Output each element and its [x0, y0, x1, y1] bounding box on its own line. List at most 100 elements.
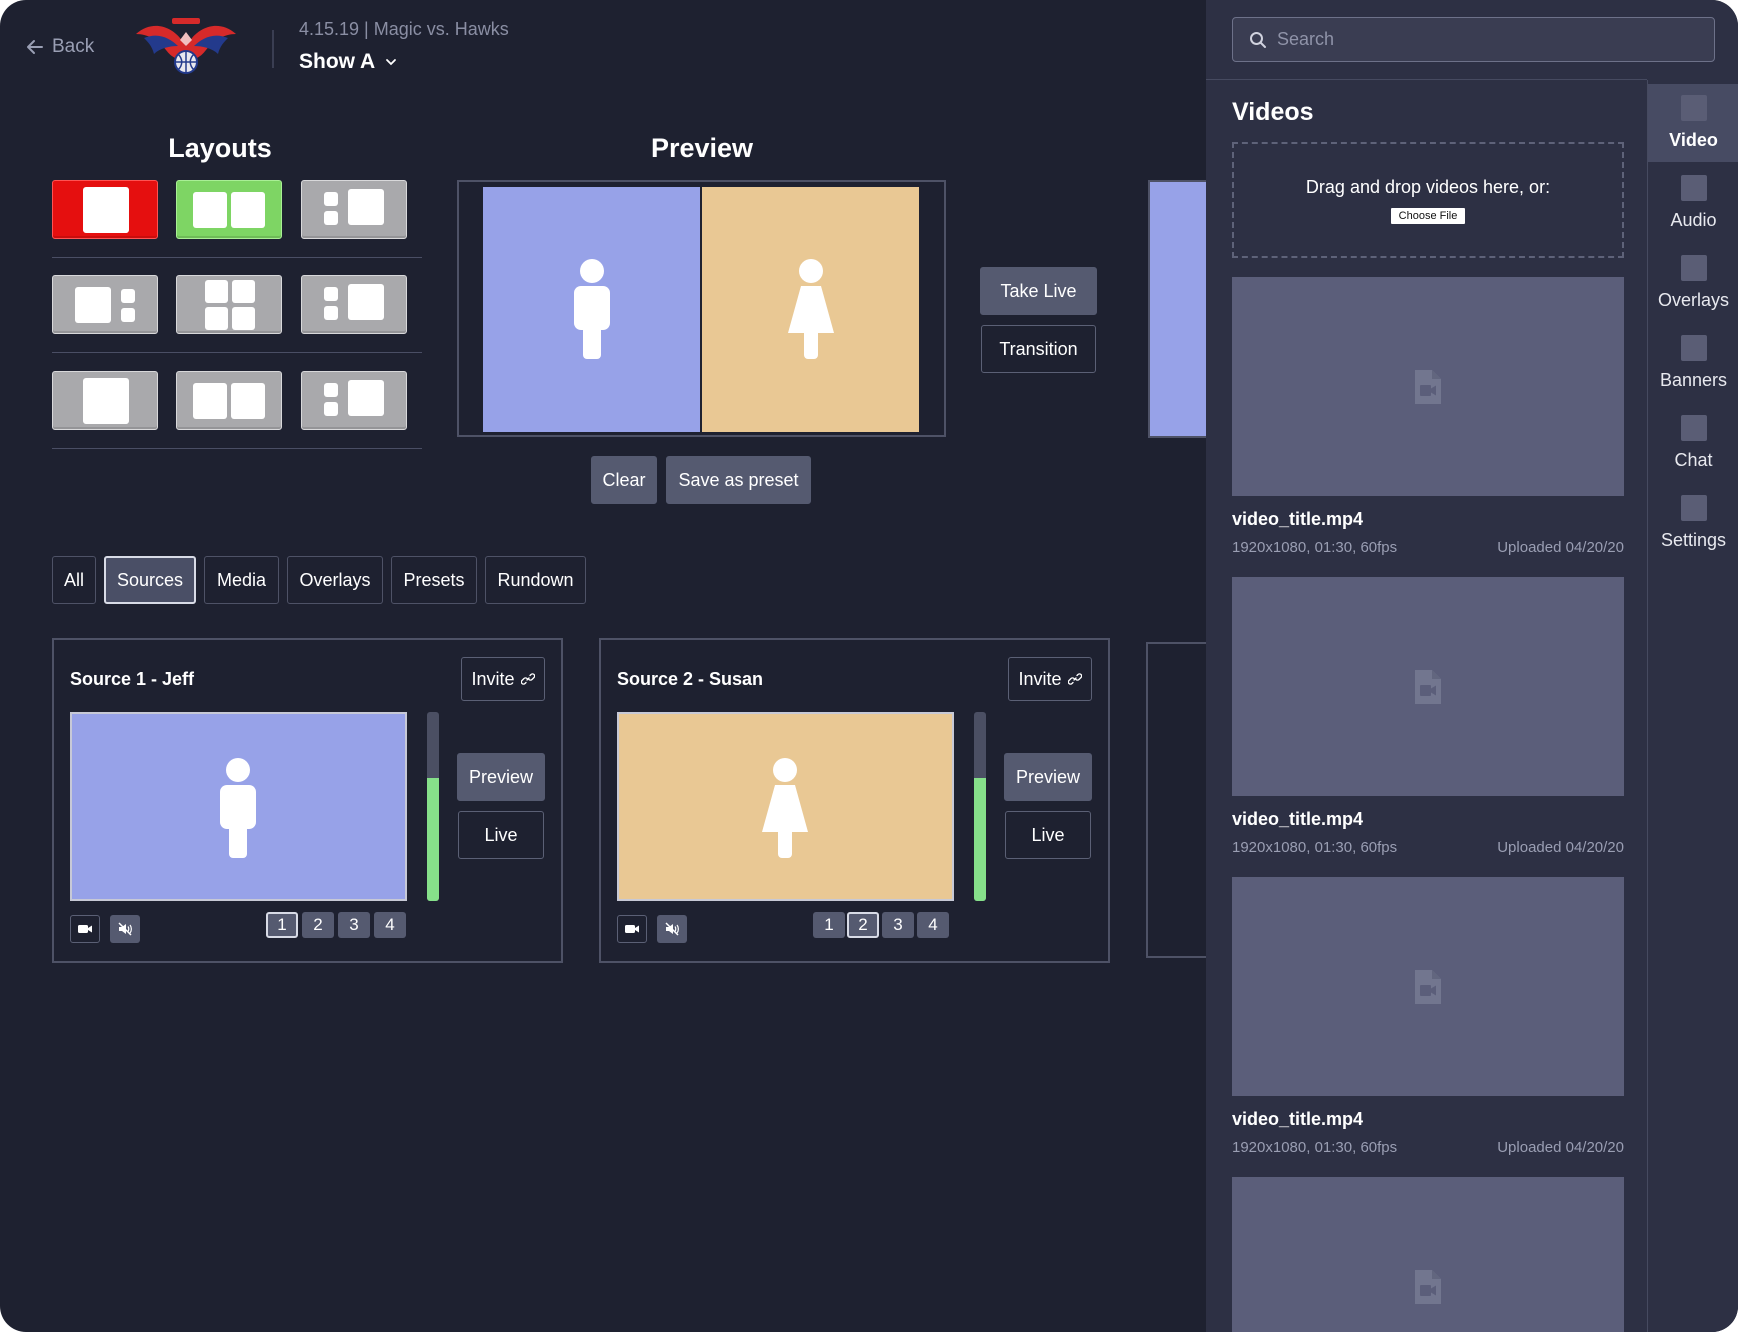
video-name: video_title.mp4 [1232, 809, 1364, 829]
layout-side-by-side[interactable] [176, 180, 282, 239]
source-feed[interactable] [617, 712, 954, 901]
video-file-icon [1415, 1269, 1441, 1304]
mute-toggle[interactable] [110, 915, 140, 943]
audio-meter-level [427, 778, 439, 901]
video-dropzone[interactable]: Drag and drop videos here, or: Choose Fi… [1232, 142, 1624, 258]
slot-button-2[interactable]: 2 [847, 912, 879, 938]
rail-label: Video [1669, 130, 1718, 150]
video-thumbnail[interactable] [1232, 277, 1624, 496]
layout-block [324, 192, 338, 206]
mute-toggle[interactable] [657, 915, 687, 943]
video-thumbnail[interactable] [1232, 577, 1624, 796]
slot-button-2[interactable]: 2 [302, 912, 334, 938]
video-upload-date: Uploaded 04/20/20 [1497, 839, 1624, 856]
slot-button-3[interactable]: 3 [338, 912, 370, 938]
invite-button[interactable]: Invite [461, 657, 545, 701]
layout-block [121, 308, 135, 322]
invite-label: Invite [1018, 668, 1062, 689]
live-monitor-peek [1148, 180, 1208, 438]
tab-sources[interactable]: Sources [104, 556, 196, 604]
layout-block [83, 187, 129, 233]
banners-icon [1680, 335, 1707, 361]
invite-button[interactable]: Invite [1008, 657, 1092, 701]
video-upload-date: Uploaded 04/20/20 [1497, 539, 1624, 556]
app-window: Back 4.15.19 | Magic vs. Hawks Show A La… [0, 0, 1738, 1332]
layouts-divider [52, 257, 422, 258]
source-preview-button[interactable]: Preview [457, 753, 545, 801]
slot-button-1[interactable]: 1 [813, 912, 845, 938]
layout-block [75, 287, 111, 323]
tab-overlays[interactable]: Overlays [287, 556, 383, 604]
layout-single-alt[interactable] [52, 371, 158, 430]
tab-media[interactable]: Media [204, 556, 279, 604]
show-selector[interactable]: Show A [299, 50, 397, 74]
rail-item-banners[interactable]: Banners [1648, 324, 1738, 402]
camera-toggle[interactable] [70, 915, 100, 943]
settings-icon [1680, 495, 1707, 521]
media-panel: Videos Drag and drop videos here, or: Ch… [1206, 0, 1738, 1332]
video-name: video_title.mp4 [1232, 1109, 1364, 1129]
source-live-button[interactable]: Live [458, 811, 544, 859]
tab-rundown[interactable]: Rundown [485, 556, 586, 604]
event-meta: 4.15.19 | Magic vs. Hawks [299, 19, 509, 39]
female-person-icon [762, 758, 808, 858]
video-thumbnail[interactable] [1232, 877, 1624, 1096]
layout-block [193, 383, 227, 419]
transition-button[interactable]: Transition [981, 325, 1096, 373]
video-name: video_title.mp4 [1232, 509, 1364, 529]
camera-toggle[interactable] [617, 915, 647, 943]
rail-item-chat[interactable]: Chat [1648, 404, 1738, 482]
layout-single[interactable] [52, 180, 158, 239]
layout-block [232, 280, 255, 303]
invite-label: Invite [471, 668, 515, 689]
video-upload-date: Uploaded 04/20/20 [1497, 1139, 1624, 1156]
rail-item-video[interactable]: Video [1648, 84, 1738, 162]
rail-label: Audio [1670, 210, 1717, 230]
search-box[interactable] [1232, 17, 1715, 62]
layout-pip-left-third[interactable] [301, 371, 407, 430]
rail-item-overlays[interactable]: Overlays [1648, 244, 1738, 322]
video-thumbnail[interactable] [1232, 1177, 1624, 1332]
slot-button-3[interactable]: 3 [882, 912, 914, 938]
rail-label: Banners [1659, 370, 1728, 390]
video-file-icon [1415, 369, 1441, 404]
tab-presets[interactable]: Presets [391, 556, 477, 604]
male-person-icon [220, 758, 256, 858]
source-card-peek [1146, 642, 1208, 958]
arrow-left-icon [27, 40, 43, 54]
layout-side-by-side-alt[interactable] [176, 371, 282, 430]
clear-button[interactable]: Clear [591, 456, 657, 504]
layout-block [324, 383, 338, 397]
source-live-button[interactable]: Live [1005, 811, 1091, 859]
source-preview-button[interactable]: Preview [1004, 753, 1092, 801]
videos-title: Videos [1232, 98, 1314, 126]
source-feed[interactable] [70, 712, 407, 901]
save-preset-button[interactable]: Save as preset [666, 456, 811, 504]
choose-file-button[interactable]: Choose File [1390, 207, 1466, 224]
search-input[interactable] [1277, 29, 1697, 50]
slot-button-4[interactable]: 4 [917, 912, 949, 938]
layout-pip-right[interactable] [52, 275, 158, 334]
male-person-icon [574, 259, 610, 359]
slot-button-4[interactable]: 4 [374, 912, 406, 938]
rail-item-settings[interactable]: Settings [1648, 484, 1738, 562]
back-label: Back [52, 36, 95, 57]
audio-meter-level [974, 778, 986, 901]
preview-feed-right [702, 187, 919, 432]
rail-item-audio[interactable]: Audio [1648, 164, 1738, 242]
back-button[interactable]: Back [26, 36, 94, 58]
layout-grid-four[interactable] [176, 275, 282, 334]
tab-all[interactable]: All [52, 556, 96, 604]
video-specs: 1920x1080, 01:30, 60fps [1232, 539, 1398, 556]
slot-button-1[interactable]: 1 [266, 912, 298, 938]
video-file-icon [1415, 669, 1441, 704]
layout-pip-left-alt[interactable] [301, 275, 407, 334]
take-live-button[interactable]: Take Live [980, 267, 1097, 315]
preview-feed-left [483, 187, 700, 432]
layout-block [205, 307, 228, 330]
video-meta: 1920x1080, 01:30, 60fps Uploaded 04/20/2… [1232, 1139, 1624, 1156]
search-icon [1250, 31, 1266, 48]
rail-label: Chat [1674, 450, 1713, 470]
preview-monitor [457, 180, 946, 437]
layout-pip-left[interactable] [301, 180, 407, 239]
